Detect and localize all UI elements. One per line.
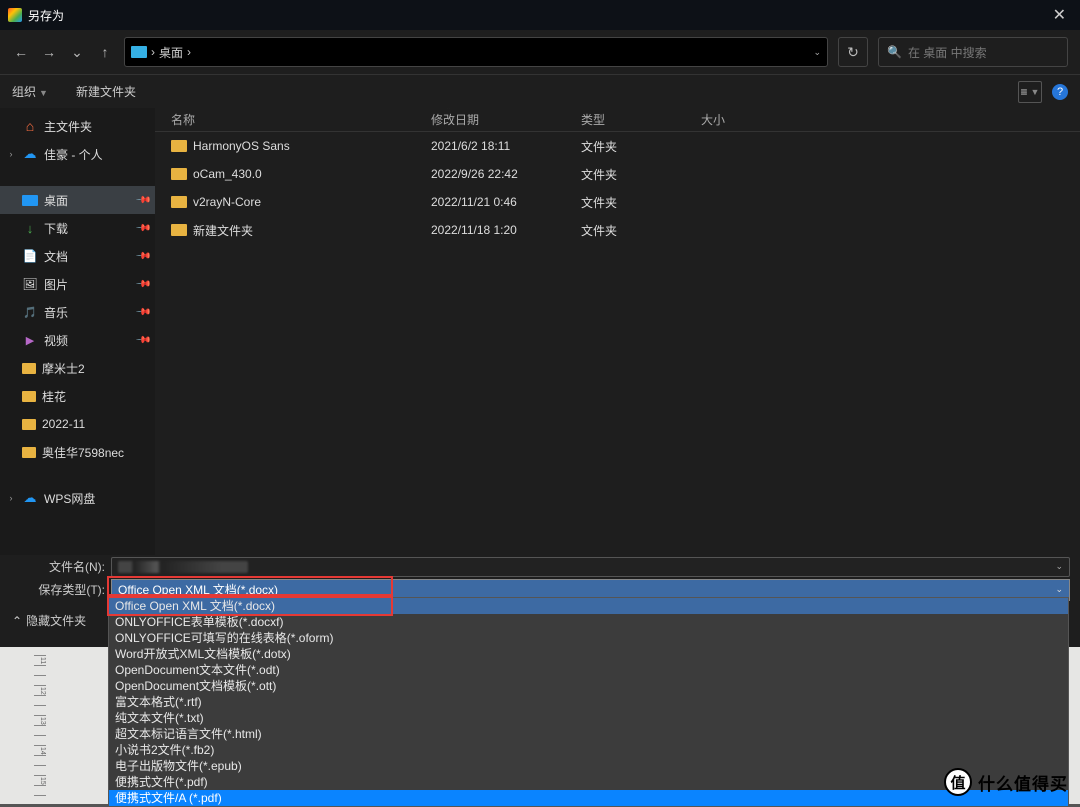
filetype-option[interactable]: OpenDocument文档模板(*.ott) [109, 678, 1068, 694]
nav-tree: 主文件夹 ›佳豪 - 个人 桌面📌 下载📌 文档📌 图片📌 音乐📌 视频📌 摩米… [0, 108, 155, 555]
filetype-option[interactable]: Word开放式XML文档模板(*.dotx) [109, 646, 1068, 662]
chevron-down-icon: ⌄ [1055, 584, 1063, 595]
sort-indicator-icon: ⌃ [445, 108, 452, 114]
tree-folder-2[interactable]: 桂花 [0, 382, 155, 410]
help-button[interactable]: ? [1052, 84, 1068, 100]
watermark-badge: 值 [944, 768, 972, 796]
tree-music[interactable]: 音乐📌 [0, 298, 155, 326]
body: 主文件夹 ›佳豪 - 个人 桌面📌 下载📌 文档📌 图片📌 音乐📌 视频📌 摩米… [0, 108, 1080, 555]
save-as-dialog: 另存为 ✕ ← → ⌄ ↑ › 桌面 › ⌄ ↻ 🔍 在 桌面 中搜索 组织▼ … [0, 0, 1080, 647]
filename-label: 文件名(N): [10, 558, 105, 575]
back-button[interactable]: ← [12, 37, 30, 67]
hide-folders-button[interactable]: ⌃ 隐藏文件夹 [12, 612, 86, 629]
window-title: 另存为 [28, 7, 64, 24]
folder-icon [131, 46, 147, 58]
list-icon: ≡ [1021, 85, 1028, 99]
filetype-option[interactable]: 便携式文件(*.pdf) [109, 774, 1068, 790]
tree-wps[interactable]: ›WPS网盘 [0, 484, 155, 512]
col-type[interactable]: 类型 [577, 111, 697, 128]
filename-input[interactable]: ⌄ [111, 557, 1070, 577]
file-row[interactable]: HarmonyOS Sans2021/6/2 18:11文件夹 [155, 132, 1080, 160]
tree-videos[interactable]: 视频📌 [0, 326, 155, 354]
filetype-option[interactable]: 纯文本文件(*.txt) [109, 710, 1068, 726]
refresh-button[interactable]: ↻ [838, 37, 868, 67]
new-folder-button[interactable]: 新建文件夹 [76, 83, 136, 100]
nav-row: ← → ⌄ ↑ › 桌面 › ⌄ ↻ 🔍 在 桌面 中搜索 [0, 30, 1080, 74]
filetype-option[interactable]: Office Open XML 文档(*.docx) [109, 598, 1068, 614]
tree-desktop[interactable]: 桌面📌 [0, 186, 155, 214]
app-icon [8, 8, 22, 22]
filetype-dropdown: Office Open XML 文档(*.docx) ONLYOFFICE表单模… [108, 597, 1069, 807]
search-icon: 🔍 [887, 45, 902, 59]
tree-documents[interactable]: 文档📌 [0, 242, 155, 270]
file-row[interactable]: 新建文件夹2022/11/18 1:20文件夹 [155, 216, 1080, 244]
chevron-up-icon: ⌃ [12, 614, 22, 628]
organize-button[interactable]: 组织▼ [12, 83, 48, 100]
forward-button[interactable]: → [40, 37, 58, 67]
folder-icon [171, 224, 187, 236]
chevron-down-icon[interactable]: ⌄ [1055, 561, 1063, 572]
filetype-option[interactable]: 超文本标记语言文件(*.html) [109, 726, 1068, 742]
column-header: 名称 修改日期 类型 大小 [155, 108, 1080, 132]
tree-personal[interactable]: ›佳豪 - 个人 [0, 140, 155, 168]
tree-home[interactable]: 主文件夹 [0, 112, 155, 140]
filetype-option[interactable]: 电子出版物文件(*.epub) [109, 758, 1068, 774]
file-row[interactable]: v2rayN-Core2022/11/21 0:46文件夹 [155, 188, 1080, 216]
close-button[interactable]: ✕ [1047, 3, 1072, 27]
folder-icon [171, 140, 187, 152]
col-name[interactable]: 名称 [167, 111, 427, 128]
search-placeholder: 在 桌面 中搜索 [908, 44, 987, 61]
tree-pictures[interactable]: 图片📌 [0, 270, 155, 298]
tree-folder-1[interactable]: 摩米士2 [0, 354, 155, 382]
tree-downloads[interactable]: 下载📌 [0, 214, 155, 242]
filetype-option[interactable]: OpenDocument文本文件(*.odt) [109, 662, 1068, 678]
pin-icon: 📌 [134, 192, 151, 209]
filetype-option[interactable]: 富文本格式(*.rtf) [109, 694, 1068, 710]
folder-icon [171, 168, 187, 180]
command-row: 组织▼ 新建文件夹 ≡▼ ? [0, 74, 1080, 108]
filetype-option[interactable]: 小说书2文件(*.fb2) [109, 742, 1068, 758]
col-size[interactable]: 大小 [697, 111, 777, 128]
filetype-option[interactable]: ONLYOFFICE表单模板(*.docxf) [109, 614, 1068, 630]
search-box[interactable]: 🔍 在 桌面 中搜索 [878, 37, 1068, 67]
watermark-text: 什么值得买 [978, 770, 1068, 795]
folder-icon [171, 196, 187, 208]
up-button[interactable]: ↑ [96, 37, 114, 67]
view-mode-button[interactable]: ≡▼ [1018, 81, 1042, 103]
filetype-option[interactable]: ONLYOFFICE可填写的在线表格(*.oform) [109, 630, 1068, 646]
path-box[interactable]: › 桌面 › ⌄ [124, 37, 828, 67]
tree-folder-4[interactable]: 奥佳华7598nec [0, 438, 155, 466]
watermark: 值 什么值得买 [944, 768, 1068, 796]
path-chevron-icon[interactable]: ⌄ [813, 47, 821, 58]
recent-dropdown[interactable]: ⌄ [68, 37, 86, 67]
titlebar: 另存为 ✕ [0, 0, 1080, 30]
filename-value-obscured [118, 561, 248, 573]
tree-folder-3[interactable]: 2022-11 [0, 410, 155, 438]
file-row[interactable]: oCam_430.02022/9/26 22:42文件夹 [155, 160, 1080, 188]
path-segment[interactable]: 桌面 [159, 44, 183, 61]
file-list: ⌃ 名称 修改日期 类型 大小 HarmonyOS Sans2021/6/2 1… [155, 108, 1080, 555]
filetype-label: 保存类型(T): [10, 581, 105, 598]
